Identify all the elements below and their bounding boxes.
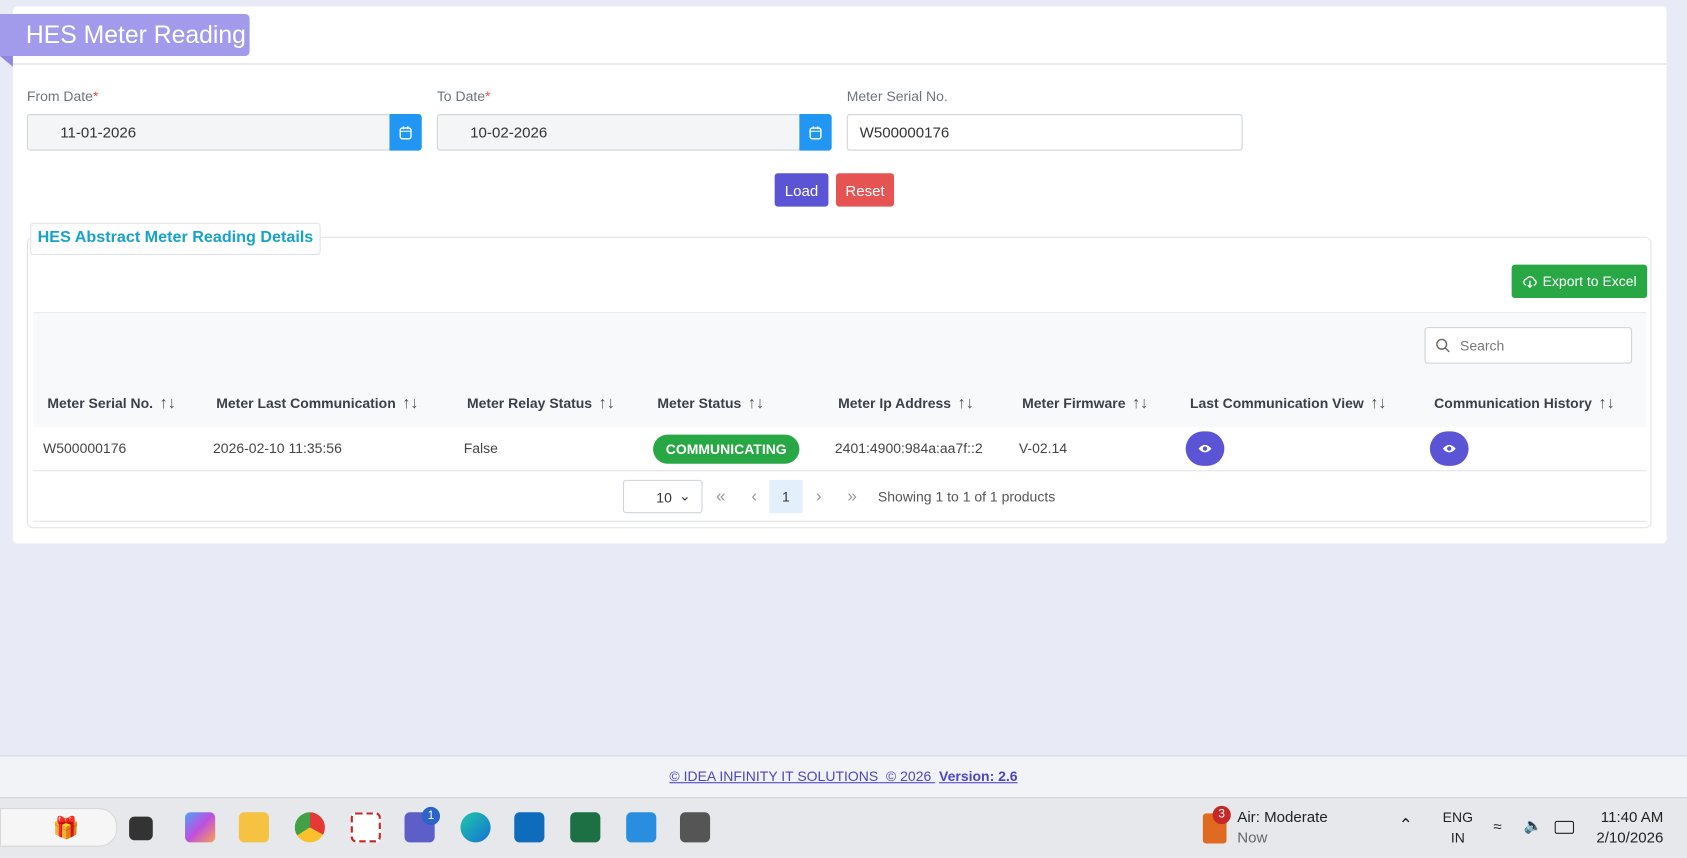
cell-ip: 2401:4900:984a:aa7f::2 — [834, 440, 983, 457]
search-placeholder: Search — [1459, 337, 1505, 354]
pagination-summary: Showing 1 to 1 of 1 products — [877, 488, 1056, 505]
col-firmware[interactable]: Meter Firmware ↑↓ — [1022, 379, 1148, 427]
date: 2/10/2026 — [1596, 828, 1664, 846]
reset-button[interactable]: Reset — [835, 173, 895, 207]
weather-sub: Now — [1237, 828, 1268, 846]
calendar-icon — [399, 125, 412, 139]
region-code: IN — [1450, 829, 1465, 846]
col-last-comm-view[interactable]: Last Communication View ↑↓ — [1190, 379, 1386, 427]
eye-icon — [1198, 444, 1212, 453]
search-icon — [1436, 338, 1450, 353]
footer: © IDEA INFINITY IT SOLUTIONS © 2026 Vers… — [0, 755, 1687, 799]
title-fold — [0, 55, 13, 67]
last-comm-view-button[interactable] — [1185, 431, 1225, 466]
weather-badge: 3 — [1212, 805, 1231, 825]
lang-code: ENG — [1442, 809, 1473, 826]
table-bottom-divider — [33, 520, 1647, 522]
from-date-label: From Date* — [26, 88, 99, 105]
chrome-icon[interactable] — [294, 812, 325, 843]
to-date-calendar-button[interactable] — [799, 114, 832, 151]
meter-serial-label: Meter Serial No. — [846, 88, 948, 105]
edge-icon[interactable] — [460, 812, 491, 843]
col-meter-serial[interactable]: Meter Serial No. ↑↓ — [47, 379, 175, 427]
outlook-icon[interactable] — [514, 812, 545, 843]
table-toolbar — [33, 312, 1647, 380]
page-size-select[interactable]: 10 ⌄ — [622, 479, 703, 514]
eye-icon — [1442, 444, 1456, 453]
last-page-button[interactable]: » — [838, 480, 866, 513]
col-relay-status[interactable]: Meter Relay Status ↑↓ — [467, 379, 615, 427]
snipping-tool-icon[interactable] — [350, 812, 381, 843]
from-date-input[interactable]: 11-01-2026 — [26, 114, 391, 151]
details-legend: HES Abstract Meter Reading Details — [30, 222, 321, 255]
load-button[interactable]: Load — [774, 173, 829, 207]
prev-page-button[interactable]: ‹ — [740, 480, 768, 513]
col-ip-address[interactable]: Meter Ip Address ↑↓ — [838, 379, 974, 427]
clock[interactable]: 11:40 AM 2/10/2026 — [1592, 808, 1663, 846]
copilot-icon[interactable] — [185, 812, 216, 843]
cloud-download-icon — [1523, 275, 1537, 288]
cell-relay: False — [463, 440, 498, 457]
version-link[interactable]: Version: 2.6 — [939, 768, 1018, 784]
file-explorer-icon[interactable] — [238, 812, 269, 843]
col-last-communication[interactable]: Meter Last Communication ↑↓ — [216, 379, 418, 427]
row-divider — [33, 470, 1647, 472]
comm-history-button[interactable] — [1429, 431, 1469, 466]
volume-icon[interactable]: 🔈 — [1523, 817, 1542, 835]
gift-icon: 🎁 — [52, 816, 80, 841]
meter-serial-input[interactable]: W500000176 — [846, 114, 1243, 151]
chevron-up-icon[interactable]: ⌃ — [1399, 814, 1413, 836]
time: 11:40 AM — [1600, 808, 1664, 826]
export-label: Export to Excel — [1542, 273, 1637, 290]
cell-firmware: V-02.14 — [1018, 440, 1068, 457]
cell-last-comm: 2026-02-10 11:35:56 — [213, 440, 342, 457]
cell-serial: W500000176 — [43, 440, 127, 457]
to-date-input[interactable]: 10-02-2026 — [436, 114, 801, 151]
chevron-down-icon: ⌄ — [678, 487, 691, 504]
to-date-label: To Date* — [436, 88, 491, 105]
battery-icon[interactable] — [1554, 820, 1575, 834]
language-indicator[interactable]: ENG IN — [1442, 809, 1474, 846]
status-badge: COMMUNICATING — [653, 434, 800, 464]
first-page-button[interactable]: « — [707, 480, 735, 513]
next-page-button[interactable]: › — [805, 480, 833, 513]
col-meter-status[interactable]: Meter Status ↑↓ — [657, 379, 764, 427]
teams-badge: 1 — [421, 806, 441, 826]
calculator-icon[interactable] — [679, 812, 711, 843]
copyright-link[interactable]: © IDEA INFINITY IT SOLUTIONS © 2026 — [669, 768, 935, 784]
wifi-icon[interactable]: ≈ — [1493, 818, 1501, 835]
col-comm-history[interactable]: Communication History ↑↓ — [1434, 379, 1614, 427]
export-excel-button[interactable]: Export to Excel — [1511, 264, 1648, 299]
excel-icon[interactable] — [570, 812, 601, 843]
task-view-icon[interactable] — [129, 816, 153, 841]
search-input[interactable]: Search — [1424, 327, 1633, 364]
taskbar-search[interactable]: 🎁 — [0, 808, 118, 847]
calendar-icon — [809, 125, 822, 139]
notepad-icon[interactable] — [626, 812, 657, 843]
from-date-calendar-button[interactable] — [389, 114, 422, 151]
divider — [12, 63, 1667, 65]
weather-title[interactable]: Air: Moderate — [1237, 808, 1327, 825]
page-1-button[interactable]: 1 — [769, 479, 803, 514]
page-title: HES Meter Reading — [0, 13, 250, 56]
